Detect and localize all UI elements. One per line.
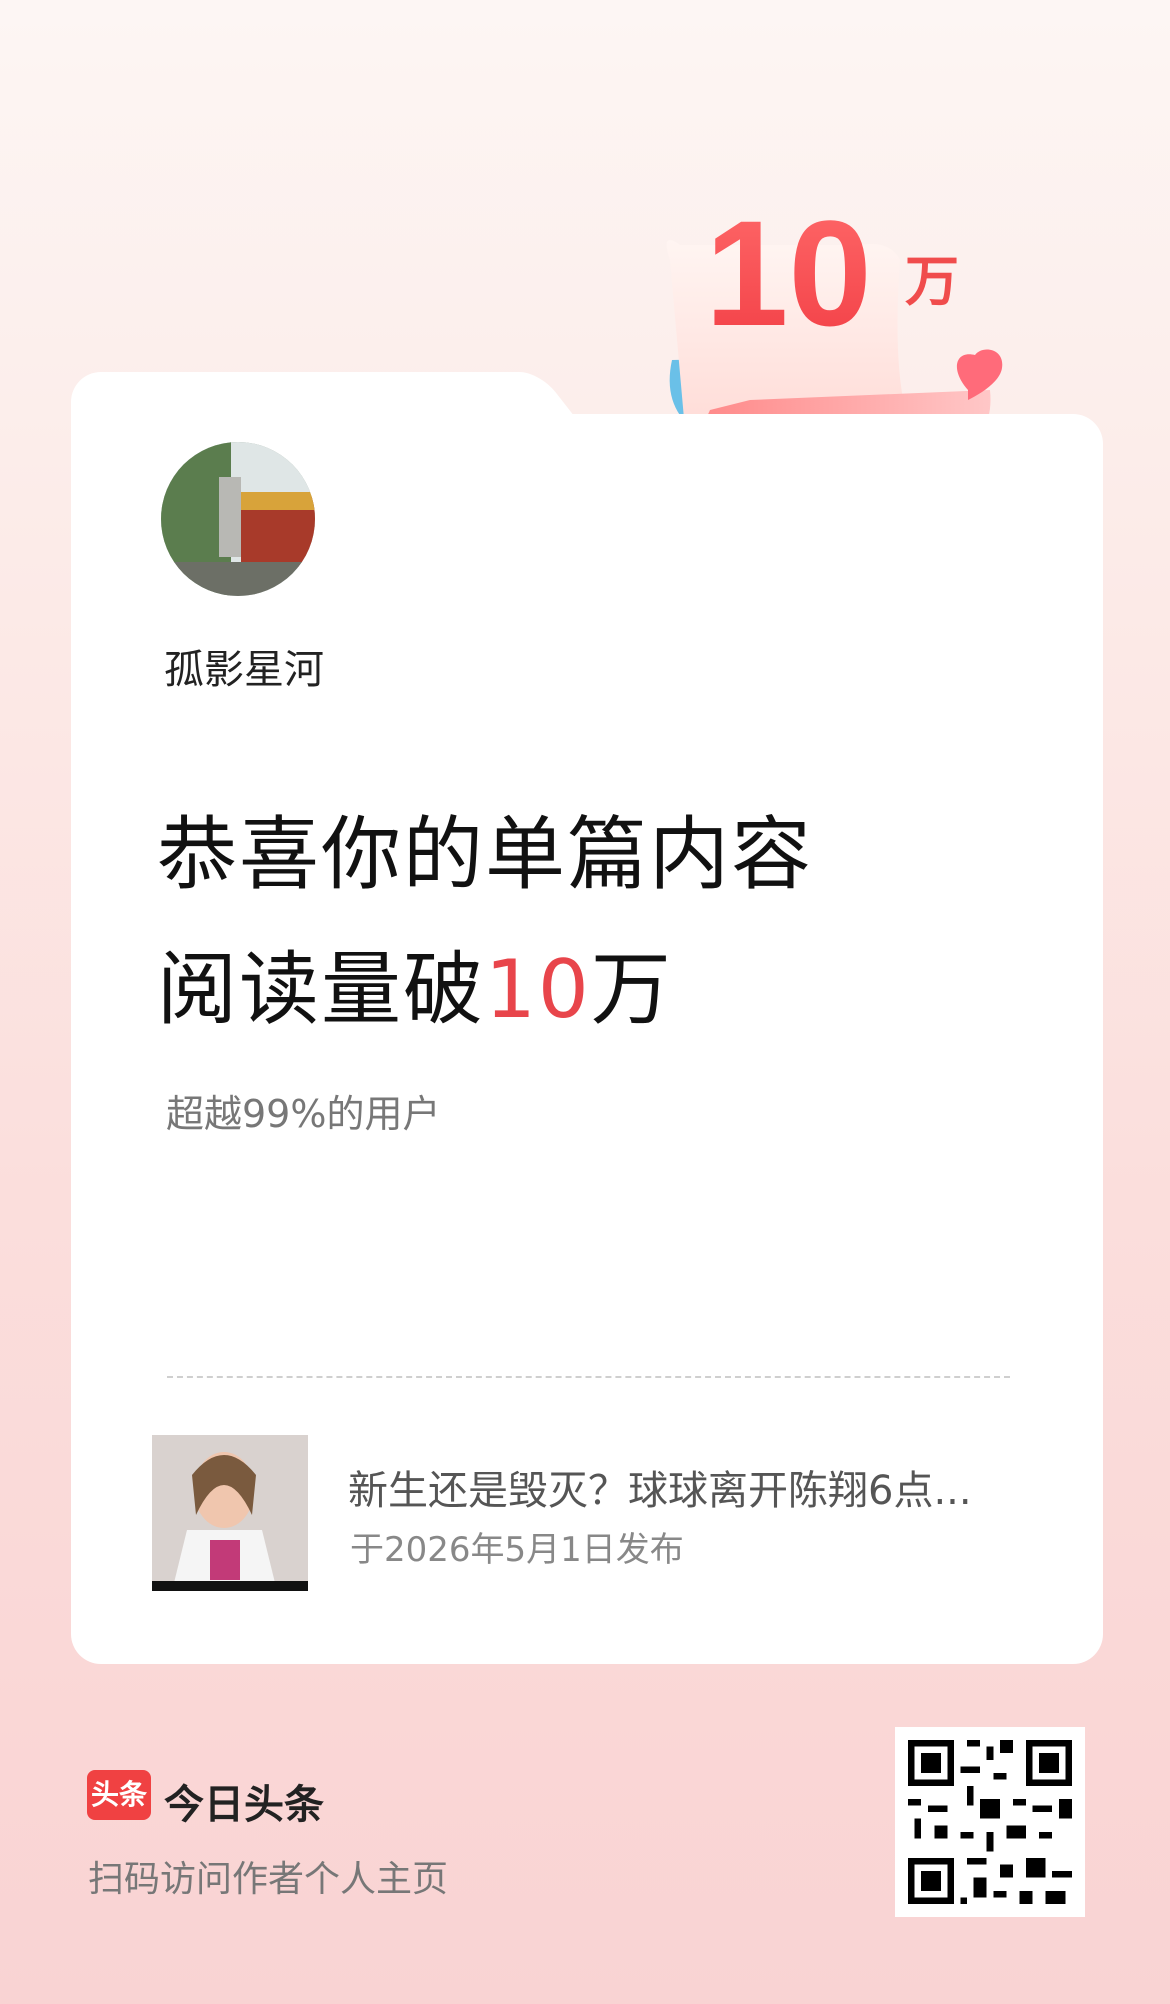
toutiao-logo: 头条 — [87, 1770, 151, 1820]
dashed-divider — [167, 1376, 1010, 1378]
headline-number: 10 — [485, 943, 591, 1036]
article-thumbnail[interactable] — [152, 1435, 308, 1591]
brand-name: 今日头条 — [164, 1782, 324, 1828]
headline-line-2: 阅读量破10万 — [157, 925, 673, 1041]
headline-prefix: 阅读量破 — [157, 943, 485, 1036]
badge-unit: 万 — [905, 250, 959, 313]
avatar[interactable] — [161, 442, 315, 596]
qr-code[interactable] — [895, 1727, 1085, 1917]
headline-suffix: 万 — [590, 943, 673, 1036]
article-title[interactable]: 新生还是毁灭？球球离开陈翔6点... — [348, 1458, 972, 1516]
badge-number: 10 — [705, 189, 872, 357]
headline-line-1: 恭喜你的单篇内容 — [157, 808, 813, 901]
username: 孤影星河 — [164, 647, 324, 693]
percentile-subtitle: 超越99%的用户 — [166, 1092, 441, 1136]
article-date: 于2026年5月1日发布 — [350, 1530, 684, 1570]
scan-instruction: 扫码访问作者个人主页 — [88, 1859, 449, 1900]
